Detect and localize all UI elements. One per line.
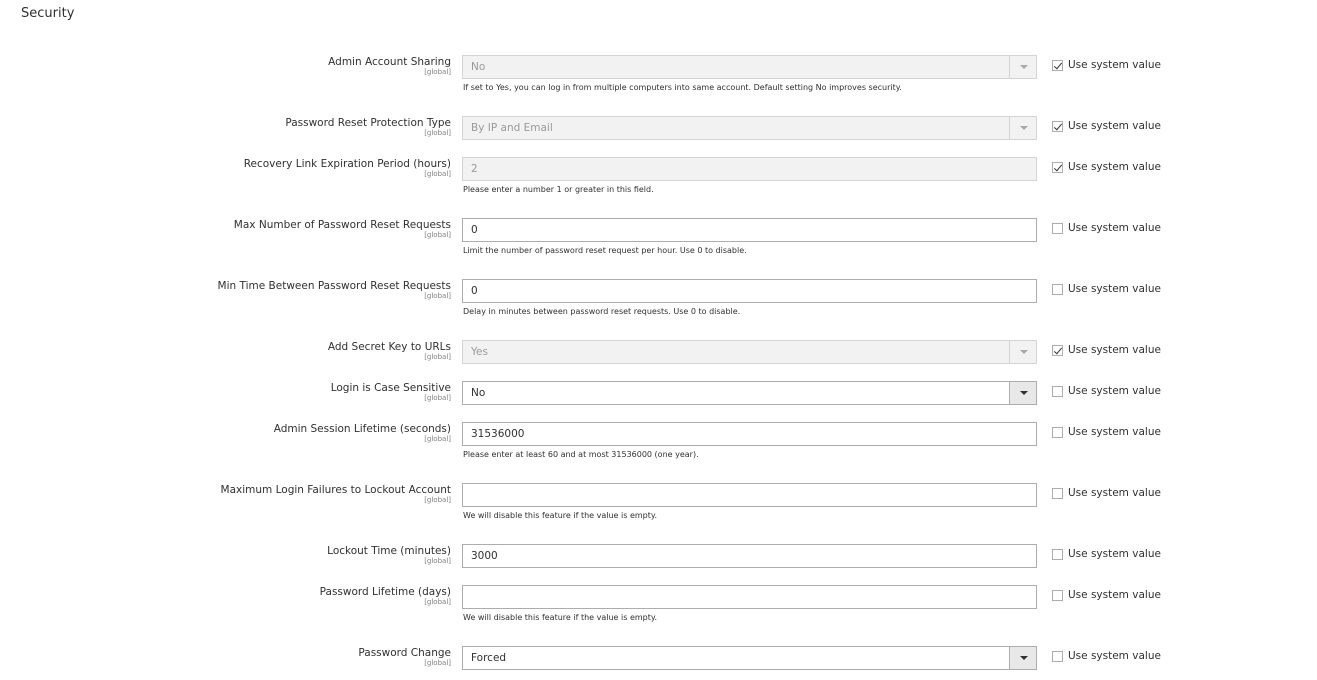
field-row-add-secret-key-to-urls: Add Secret Key to URLs [global] Yes Use … [0,340,1317,366]
checkbox[interactable] [1052,223,1063,234]
field-row-admin-session-lifetime: Admin Session Lifetime (seconds) [global… [0,422,1317,459]
field-row-password-reset-protection-type: Password Reset Protection Type [global] … [0,116,1317,142]
scope-label: [global] [424,129,451,137]
use-system-value-label: Use system value [1068,59,1161,71]
field-label: Maximum Login Failures to Lockout Accoun… [220,484,451,496]
chevron-down-icon [1009,382,1036,404]
lockout-time-input[interactable]: 3000 [462,544,1037,568]
password-lifetime-input[interactable] [462,585,1037,609]
use-system-value-label: Use system value [1068,120,1161,132]
field-label: Max Number of Password Reset Requests [233,219,451,231]
field-row-min-time-between-reset-requests: Min Time Between Password Reset Requests… [0,279,1317,316]
scope-label: [global] [424,557,451,565]
scope-label: [global] [424,170,451,178]
field-note: Please enter a number 1 or greater in th… [463,185,654,194]
field-row-password-lifetime: Password Lifetime (days) [global] We wil… [0,585,1317,622]
scope-label: [global] [424,435,451,443]
chevron-down-icon [1009,647,1036,669]
select-value: No [471,61,486,73]
use-system-value-label: Use system value [1068,161,1161,173]
recovery-link-expiration-input[interactable]: 2 [462,157,1037,181]
checkbox[interactable] [1052,427,1063,438]
checkbox[interactable] [1052,345,1063,356]
field-row-max-login-failures: Maximum Login Failures to Lockout Accoun… [0,483,1317,520]
field-row-admin-account-sharing: Admin Account Sharing [global] No If set… [0,55,1317,92]
section-title: Security [21,6,75,21]
field-note: Limit the number of password reset reque… [463,246,747,255]
scope-label: [global] [424,496,451,504]
scope-label: [global] [424,353,451,361]
field-note: We will disable this feature if the valu… [463,613,658,622]
checkbox[interactable] [1052,549,1063,560]
checkbox[interactable] [1052,162,1063,173]
checkbox[interactable] [1052,590,1063,601]
login-case-sensitive-select[interactable]: No [462,381,1037,405]
checkbox[interactable] [1052,284,1063,295]
use-system-value-label: Use system value [1068,650,1161,662]
field-row-password-change: Password Change [global] Forced Use syst… [0,646,1317,672]
select-value: Yes [471,346,488,358]
use-system-value-label: Use system value [1068,487,1161,499]
scope-label: [global] [424,231,451,239]
select-value: No [471,387,486,399]
checkbox[interactable] [1052,121,1063,132]
scope-label: [global] [424,598,451,606]
use-system-value-label: Use system value [1068,548,1161,560]
checkbox[interactable] [1052,386,1063,397]
field-label: Min Time Between Password Reset Requests [217,280,451,292]
select-value: By IP and Email [471,122,553,134]
max-login-failures-input[interactable] [462,483,1037,507]
password-change-select[interactable]: Forced [462,646,1037,670]
scope-label: [global] [424,68,451,76]
scope-label: [global] [424,394,451,402]
use-system-value-label: Use system value [1068,589,1161,601]
use-system-value-label: Use system value [1068,283,1161,295]
use-system-value-label: Use system value [1068,385,1161,397]
chevron-down-icon [1009,341,1036,363]
field-note: Delay in minutes between password reset … [463,307,741,316]
field-note: If set to Yes, you can log in from multi… [463,83,902,92]
chevron-down-icon [1009,117,1036,139]
field-note: Please enter at least 60 and at most 315… [463,450,699,459]
field-row-recovery-link-expiration: Recovery Link Expiration Period (hours) … [0,157,1317,194]
scope-label: [global] [424,292,451,300]
admin-session-lifetime-input[interactable]: 31536000 [462,422,1037,446]
admin-account-sharing-select[interactable]: No [462,55,1037,79]
field-note: We will disable this feature if the valu… [463,511,658,520]
min-time-between-reset-requests-input[interactable]: 0 [462,279,1037,303]
scope-label: [global] [424,659,451,667]
add-secret-key-to-urls-select[interactable]: Yes [462,340,1037,364]
field-row-login-case-sensitive: Login is Case Sensitive [global] No Use … [0,381,1317,407]
use-system-value-label: Use system value [1068,222,1161,234]
checkbox[interactable] [1052,651,1063,662]
select-value: Forced [471,652,507,664]
use-system-value-label: Use system value [1068,344,1161,356]
field-row-max-password-reset-requests: Max Number of Password Reset Requests [g… [0,218,1317,255]
field-label: Recovery Link Expiration Period (hours) [243,158,451,170]
field-row-lockout-time: Lockout Time (minutes) [global] 3000 Use… [0,544,1317,570]
use-system-value-label: Use system value [1068,426,1161,438]
checkbox[interactable] [1052,60,1063,71]
max-password-reset-requests-input[interactable]: 0 [462,218,1037,242]
checkbox[interactable] [1052,488,1063,499]
chevron-down-icon [1009,56,1036,78]
password-reset-protection-type-select[interactable]: By IP and Email [462,116,1037,140]
